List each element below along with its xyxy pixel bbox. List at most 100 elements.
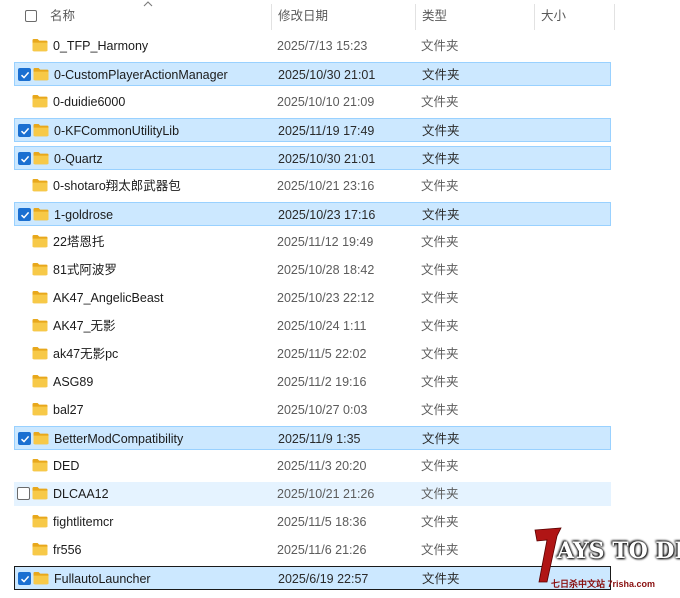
- file-row[interactable]: 0-KFCommonUtilityLib 2025/11/19 17:49 文件夹: [14, 118, 611, 142]
- logo-text: AYS TO DIE: [557, 538, 680, 564]
- folder-icon: [32, 290, 48, 304]
- file-name[interactable]: 0-duidie6000: [53, 90, 125, 114]
- folder-icon: [33, 431, 49, 445]
- file-name[interactable]: BetterModCompatibility: [54, 427, 183, 451]
- file-type: 文件夹: [421, 263, 459, 277]
- column-header-name[interactable]: 名称: [50, 0, 75, 33]
- folder-icon: [32, 234, 48, 248]
- sort-chevron-up-icon: [143, 1, 153, 7]
- file-name[interactable]: ak47无影pc: [53, 342, 118, 366]
- file-row[interactable]: 0-CustomPlayerActionManager 2025/10/30 21…: [14, 62, 611, 86]
- file-name[interactable]: DED: [53, 454, 79, 478]
- column-divider[interactable]: [534, 4, 535, 30]
- file-type: 文件夹: [421, 375, 459, 389]
- file-type: 文件夹: [421, 179, 459, 193]
- file-row[interactable]: FullautoLauncher 2025/6/19 22:57 文件夹: [14, 566, 611, 590]
- watermark-logo: AYS TO DIE 七日杀中文站 7risha.com: [533, 527, 680, 594]
- file-row[interactable]: fr556 2025/11/6 21:26 文件夹: [14, 538, 611, 562]
- modified-date: 2025/10/21 21:26: [277, 487, 375, 501]
- checkmark-icon: [20, 71, 30, 79]
- folder-icon: [32, 94, 48, 108]
- file-name[interactable]: 0-shotaro翔太郎武器包: [53, 174, 181, 198]
- folder-icon: [32, 514, 48, 528]
- column-header-size[interactable]: 大小: [541, 0, 566, 33]
- folder-icon: [33, 207, 49, 221]
- modified-date: 2025/11/19 17:49: [278, 124, 375, 138]
- file-name[interactable]: 0-KFCommonUtilityLib: [54, 119, 179, 143]
- modified-date: 2025/11/3 20:20: [277, 459, 367, 473]
- modified-date: 2025/11/12 19:49: [277, 235, 374, 249]
- file-row[interactable]: AK47_无影 2025/10/24 1:11 文件夹: [14, 314, 611, 338]
- logo-subtitle: 七日杀中文站 7risha.com: [551, 579, 656, 589]
- file-name[interactable]: 0-CustomPlayerActionManager: [54, 63, 228, 87]
- file-row[interactable]: ASG89 2025/11/2 19:16 文件夹: [14, 370, 611, 394]
- row-checkbox-checked[interactable]: [18, 68, 31, 81]
- column-divider[interactable]: [415, 4, 416, 30]
- folder-icon: [32, 346, 48, 360]
- file-row[interactable]: fightlitemcr 2025/11/5 18:36 文件夹: [14, 510, 611, 534]
- file-row[interactable]: 0_TFP_Harmony 2025/7/13 15:23 文件夹: [14, 34, 611, 58]
- folder-icon: [32, 318, 48, 332]
- file-row[interactable]: 81式阿波罗 2025/10/28 18:42 文件夹: [14, 258, 611, 282]
- modified-date: 2025/11/5 18:36: [277, 515, 367, 529]
- file-type: 文件夹: [421, 319, 459, 333]
- checkmark-icon: [20, 155, 30, 163]
- file-row[interactable]: DLCAA12 2025/10/21 21:26 文件夹: [14, 482, 611, 506]
- file-row[interactable]: BetterModCompatibility 2025/11/9 1:35 文件夹: [14, 426, 611, 450]
- file-row[interactable]: 0-shotaro翔太郎武器包 2025/10/21 23:16 文件夹: [14, 174, 611, 198]
- file-name[interactable]: fr556: [53, 538, 82, 562]
- file-row[interactable]: 0-duidie6000 2025/10/10 21:09 文件夹: [14, 90, 611, 114]
- column-divider[interactable]: [614, 4, 615, 30]
- folder-icon: [32, 178, 48, 192]
- folder-icon: [32, 458, 48, 472]
- row-checkbox-checked[interactable]: [18, 124, 31, 137]
- file-name[interactable]: DLCAA12: [53, 482, 109, 506]
- row-checkbox-checked[interactable]: [18, 432, 31, 445]
- row-checkbox-checked[interactable]: [18, 152, 31, 165]
- file-name[interactable]: 0_TFP_Harmony: [53, 34, 148, 58]
- file-row[interactable]: bal27 2025/10/27 0:03 文件夹: [14, 398, 611, 422]
- file-name[interactable]: AK47_无影: [53, 314, 116, 338]
- file-type: 文件夹: [422, 208, 460, 222]
- column-header-type[interactable]: 类型: [422, 0, 447, 33]
- file-name[interactable]: fightlitemcr: [53, 510, 113, 534]
- file-type: 文件夹: [421, 347, 459, 361]
- file-row[interactable]: 0-Quartz 2025/10/30 21:01 文件夹: [14, 146, 611, 170]
- modified-date: 2025/10/27 0:03: [277, 403, 368, 417]
- checkmark-icon: [20, 575, 30, 583]
- file-name[interactable]: bal27: [53, 398, 84, 422]
- column-divider[interactable]: [271, 4, 272, 30]
- modified-date: 2025/10/23 22:12: [277, 291, 375, 305]
- checkmark-icon: [20, 127, 30, 135]
- folder-icon: [32, 542, 48, 556]
- file-type: 文件夹: [422, 432, 460, 446]
- file-name[interactable]: 0-Quartz: [54, 147, 103, 171]
- file-row[interactable]: ak47无影pc 2025/11/5 22:02 文件夹: [14, 342, 611, 366]
- file-row[interactable]: 22塔恩托 2025/11/12 19:49 文件夹: [14, 230, 611, 254]
- modified-date: 2025/6/19 22:57: [278, 572, 369, 586]
- checkmark-icon: [20, 211, 30, 219]
- file-type: 文件夹: [422, 68, 460, 82]
- file-name[interactable]: ASG89: [53, 370, 93, 394]
- folder-icon: [33, 67, 49, 81]
- file-name[interactable]: 22塔恩托: [53, 230, 104, 254]
- column-header-date[interactable]: 修改日期: [278, 0, 328, 33]
- file-name[interactable]: AK47_AngelicBeast: [53, 286, 164, 310]
- file-row[interactable]: AK47_AngelicBeast 2025/10/23 22:12 文件夹: [14, 286, 611, 310]
- file-name[interactable]: FullautoLauncher: [54, 567, 151, 591]
- file-type: 文件夹: [422, 152, 460, 166]
- modified-date: 2025/10/24 1:11: [277, 319, 367, 333]
- file-type: 文件夹: [422, 124, 460, 138]
- modified-date: 2025/11/6 21:26: [277, 543, 367, 557]
- file-row[interactable]: DED 2025/11/3 20:20 文件夹: [14, 454, 611, 478]
- row-checkbox-checked[interactable]: [18, 572, 31, 585]
- row-checkbox[interactable]: [17, 487, 30, 500]
- row-checkbox-checked[interactable]: [18, 208, 31, 221]
- file-name[interactable]: 81式阿波罗: [53, 258, 117, 282]
- file-name[interactable]: 1-goldrose: [54, 203, 113, 227]
- file-type: 文件夹: [421, 403, 459, 417]
- file-row[interactable]: 1-goldrose 2025/10/23 17:16 文件夹: [14, 202, 611, 226]
- select-all-checkbox[interactable]: [25, 10, 37, 22]
- folder-icon: [33, 151, 49, 165]
- checkmark-icon: [20, 435, 30, 443]
